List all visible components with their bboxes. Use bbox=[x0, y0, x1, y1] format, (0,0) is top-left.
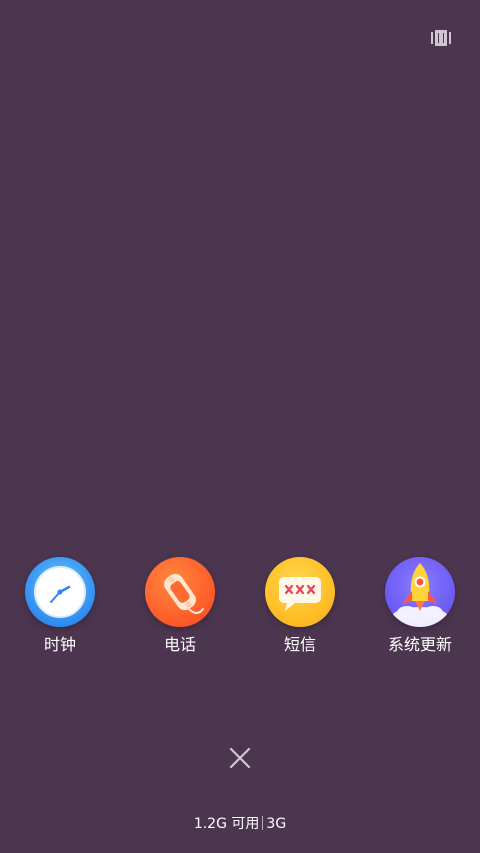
memory-status: 1.2G 可用 3G bbox=[0, 814, 480, 834]
app-clock[interactable]: 时钟 bbox=[0, 557, 120, 667]
app-phone[interactable]: 电话 bbox=[120, 557, 240, 667]
app-system-update[interactable]: 系统更新 bbox=[360, 557, 480, 667]
recents-view-button[interactable] bbox=[431, 29, 451, 47]
message-icon bbox=[265, 557, 335, 627]
app-phone-label: 电话 bbox=[163, 635, 196, 654]
clock-icon bbox=[25, 557, 95, 627]
close-icon bbox=[229, 747, 251, 769]
app-messages[interactable]: 短信 bbox=[240, 557, 360, 667]
rocket-icon bbox=[385, 557, 455, 627]
app-system-update-label: 系统更新 bbox=[387, 635, 452, 654]
close-all-button[interactable] bbox=[226, 744, 254, 772]
app-messages-label: 短信 bbox=[283, 635, 316, 654]
memory-total: 3G bbox=[266, 816, 287, 832]
app-clock-label: 时钟 bbox=[43, 635, 76, 654]
app-shortcut-row: 时钟 电话 短信 系统更新 bbox=[0, 557, 480, 667]
memory-available: 1.2G 可用 bbox=[193, 816, 260, 832]
recents-view-icon bbox=[431, 30, 451, 46]
phone-icon bbox=[145, 557, 215, 627]
memory-divider bbox=[262, 816, 264, 830]
